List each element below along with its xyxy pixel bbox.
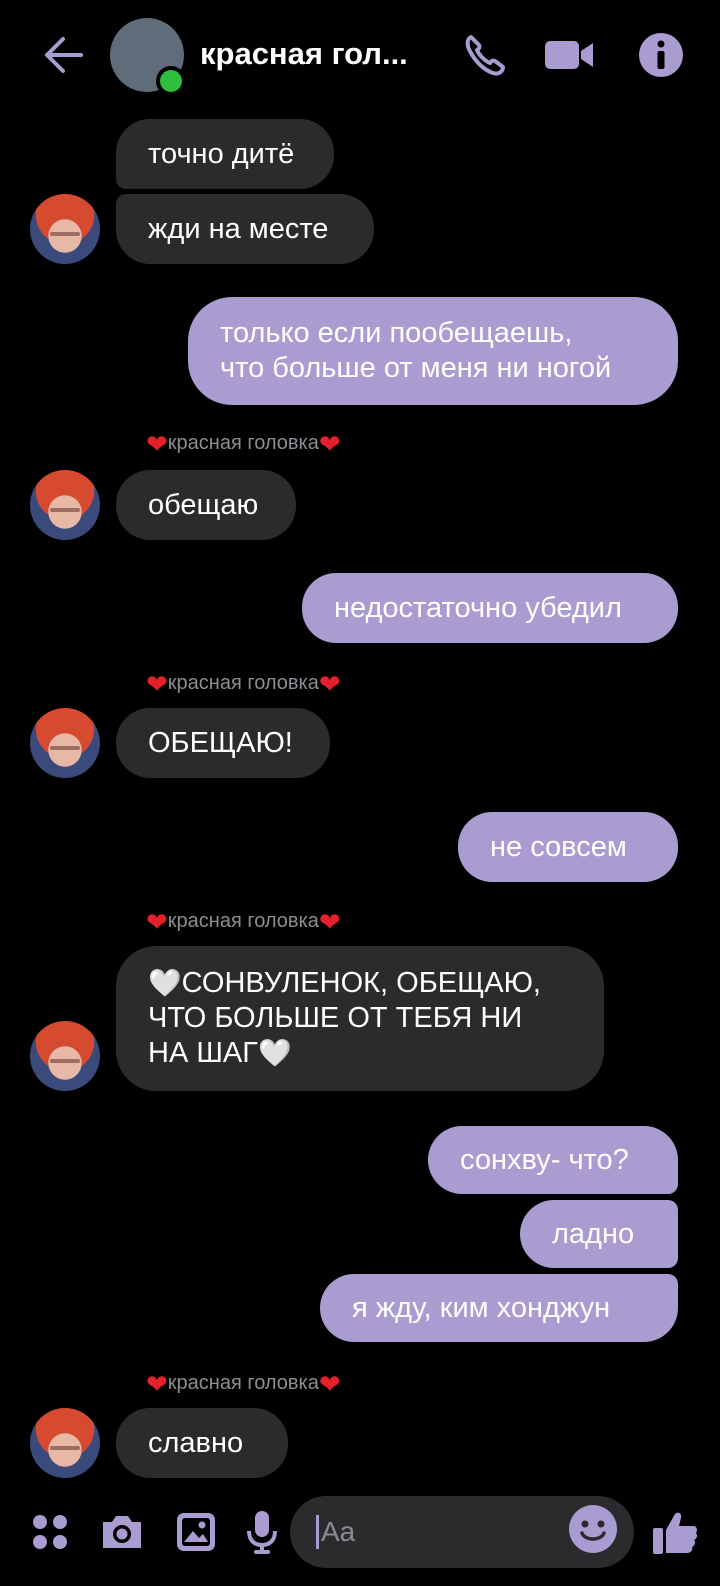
message-input-placeholder: Aa: [321, 1516, 356, 1547]
message-bubble-incoming[interactable]: жди на месте: [116, 194, 374, 264]
sender-name: ❤ красная головка ❤: [146, 668, 341, 699]
sender-avatar[interactable]: [30, 1021, 100, 1091]
white-heart-icon: 🤍: [148, 968, 182, 998]
heart-icon: ❤: [146, 1368, 168, 1399]
message-list[interactable]: точно дитё жди на месте только если пооб…: [0, 0, 720, 1586]
like-icon[interactable]: [648, 1506, 702, 1558]
sender-name-text: красная головка: [167, 1372, 319, 1394]
message-line: только если пообещаешь,: [220, 317, 573, 349]
sender-name: ❤ красная головка ❤: [146, 906, 341, 937]
sender-avatar[interactable]: [30, 194, 100, 264]
sender-avatar[interactable]: [30, 708, 100, 778]
sender-name-text: красная головка: [167, 910, 319, 932]
heart-icon: ❤: [318, 428, 341, 459]
message-bubble-outgoing[interactable]: только если пообещаешь, что больше от ме…: [188, 297, 678, 405]
message-bubble-incoming[interactable]: обещаю: [116, 470, 296, 540]
white-heart-icon: 🤍: [257, 1038, 292, 1068]
message-line: что больше от меня ни ногой: [220, 352, 612, 384]
message-line: 🤍СОНВУЛЕНОК, ОБЕЩАЮ,: [148, 967, 541, 999]
sender-name: ❤ красная головка ❤: [146, 1368, 341, 1399]
message-bubble-outgoing[interactable]: сонхву- что?: [428, 1126, 678, 1194]
apps-icon[interactable]: [24, 1506, 76, 1558]
message-bubble-outgoing[interactable]: недостаточно убедил: [302, 573, 678, 643]
sender-name-text: красная головка: [167, 672, 319, 694]
sender-avatar[interactable]: [30, 1408, 100, 1478]
heart-icon: ❤: [146, 668, 168, 699]
message-line: НА ШАГ🤍: [148, 1037, 292, 1069]
heart-icon: ❤: [146, 428, 168, 459]
emoji-icon[interactable]: [568, 1504, 618, 1554]
message-bubble-outgoing[interactable]: не совсем: [458, 812, 678, 882]
message-bubble-incoming[interactable]: точно дитё: [116, 119, 334, 189]
heart-icon: ❤: [146, 906, 168, 937]
message-bubble-outgoing[interactable]: ладно: [520, 1200, 678, 1268]
message-bubble-outgoing[interactable]: я жду, ким хонджун: [320, 1274, 678, 1342]
sender-name-text: красная головка: [167, 432, 319, 454]
message-bubble-incoming[interactable]: 🤍СОНВУЛЕНОК, ОБЕЩАЮ, ЧТО БОЛЬШЕ ОТ ТЕБЯ …: [116, 946, 604, 1091]
camera-icon[interactable]: [96, 1506, 148, 1558]
heart-icon: ❤: [318, 668, 341, 699]
gallery-icon[interactable]: [170, 1506, 222, 1558]
message-composer: Aa: [0, 1490, 720, 1586]
sender-avatar[interactable]: [30, 470, 100, 540]
microphone-icon[interactable]: [236, 1506, 288, 1558]
text-caret: [316, 1515, 319, 1549]
heart-icon: ❤: [318, 1368, 341, 1399]
sender-name: ❤ красная головка ❤: [146, 428, 341, 459]
message-line: ЧТО БОЛЬШЕ ОТ ТЕБЯ НИ: [148, 1002, 523, 1034]
heart-icon: ❤: [318, 906, 341, 937]
message-bubble-incoming[interactable]: славно: [116, 1408, 288, 1478]
message-bubble-incoming[interactable]: ОБЕЩАЮ!: [116, 708, 330, 778]
